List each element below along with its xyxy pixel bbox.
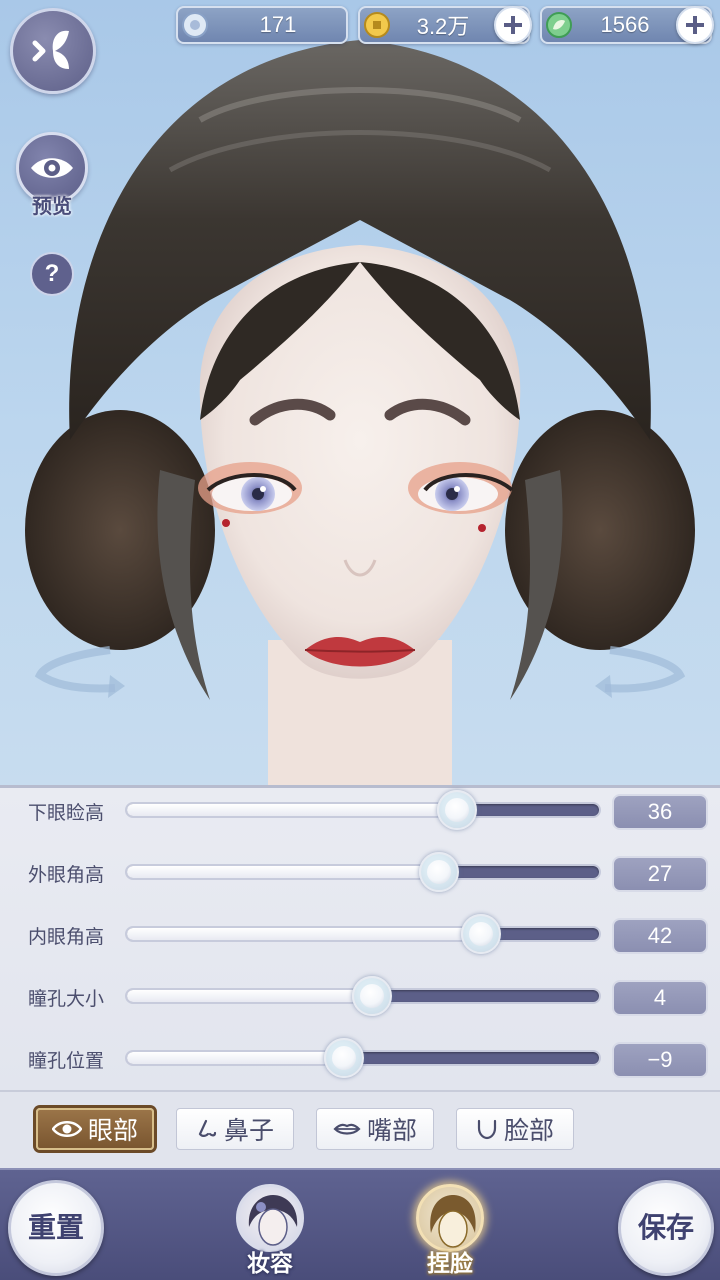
slider-thumb[interactable] (324, 1038, 365, 1078)
makeup-label: 妆容 (247, 1250, 293, 1277)
slider-track[interactable] (125, 1038, 601, 1078)
slider-thumb[interactable] (352, 976, 393, 1016)
tab-label: 眼部 (87, 1116, 138, 1145)
tab-mouth[interactable]: 嘴部 (316, 1108, 434, 1150)
bottom-action-bar: 重置 妆容 捏脸 保存 (0, 1168, 720, 1280)
feature-category-tabs: 眼部 鼻子 嘴部 脸部 (0, 1090, 720, 1168)
help-button[interactable]: ? (30, 252, 74, 296)
makeup-portrait-icon (236, 1184, 304, 1252)
face-icon (476, 1118, 498, 1140)
makeup-mode-button[interactable]: 妆容 (230, 1178, 310, 1278)
slider-panel: 下眼睑高 36 外眼角高 27 内眼角高 42 瞳孔大小 4 瞳孔位置 −9 (0, 785, 720, 1090)
slider-thumb[interactable] (461, 914, 501, 954)
jade-amount: 171 (259, 12, 297, 37)
slider-value-box[interactable]: 4 (612, 980, 708, 1016)
slider-label: 瞳孔位置 (28, 1050, 105, 1072)
nose-icon (196, 1119, 218, 1139)
slider-row-inner-eye-corner-height: 内眼角高 42 (0, 912, 720, 962)
coin-amount: 3.2万 (416, 14, 470, 39)
face-sculpt-mode-button[interactable]: 捏脸 (410, 1178, 490, 1278)
face-sculpt-label: 捏脸 (427, 1250, 473, 1277)
character-preview-scene[interactable] (0, 0, 720, 785)
tab-label: 脸部 (503, 1116, 554, 1145)
plus-icon (686, 16, 704, 34)
slider-label: 下眼睑高 (28, 802, 105, 824)
mouth-icon (333, 1120, 361, 1138)
slider-track[interactable] (125, 976, 601, 1016)
face-sculpt-portrait-icon (416, 1184, 484, 1252)
eye-icon (51, 1119, 82, 1139)
slider-track[interactable] (125, 790, 601, 830)
green-leaf-icon (544, 10, 574, 40)
tab-label: 鼻子 (223, 1116, 274, 1145)
save-label: 保存 (637, 1211, 694, 1245)
slider-track[interactable] (125, 852, 601, 892)
jade-currency-display: 171 (176, 6, 348, 44)
tab-eyes[interactable]: 眼部 (36, 1108, 154, 1150)
slider-fill (127, 804, 458, 816)
slider-value-box[interactable]: −9 (612, 1042, 708, 1078)
tab-face[interactable]: 脸部 (456, 1108, 574, 1150)
back-button[interactable] (10, 8, 96, 94)
slider-track[interactable] (125, 914, 601, 954)
jade-disc-icon (180, 10, 210, 40)
slider-thumb[interactable] (437, 790, 478, 830)
preview-label: 预览 (32, 194, 72, 218)
save-button[interactable]: 保存 (618, 1180, 714, 1276)
add-coin-button[interactable] (494, 6, 532, 44)
slider-value-box[interactable]: 27 (612, 856, 708, 892)
slider-fill (127, 1052, 345, 1064)
slider-label: 外眼角高 (28, 864, 105, 886)
slider-label: 内眼角高 (28, 926, 105, 948)
slider-row-lower-eyelid-height: 下眼睑高 36 (0, 788, 720, 838)
slider-value-box[interactable]: 42 (612, 918, 708, 954)
reset-label: 重置 (27, 1211, 84, 1245)
slider-value-box[interactable]: 36 (612, 794, 708, 830)
reset-button[interactable]: 重置 (8, 1180, 104, 1276)
coin-currency-display: 3.2万 (358, 6, 532, 44)
plus-icon (504, 16, 522, 34)
slider-row-pupil-position: 瞳孔位置 −9 (0, 1036, 720, 1086)
copper-coin-icon (362, 10, 392, 40)
leaf-currency-display: 1566 (540, 6, 714, 44)
slider-row-pupil-size: 瞳孔大小 4 (0, 974, 720, 1024)
slider-fill (127, 990, 373, 1002)
slider-thumb[interactable] (418, 852, 459, 892)
slider-fill (127, 866, 439, 878)
leaf-amount: 1566 (600, 12, 650, 37)
eye-preview-icon (31, 158, 73, 178)
add-leaf-button[interactable] (676, 6, 714, 44)
character-portrait (25, 40, 695, 785)
slider-row-outer-eye-corner-height: 外眼角高 27 (0, 850, 720, 900)
tab-label: 嘴部 (366, 1116, 417, 1145)
butterfly-back-icon (32, 30, 69, 69)
tab-nose[interactable]: 鼻子 (176, 1108, 294, 1150)
slider-fill (127, 928, 481, 940)
slider-label: 瞳孔大小 (28, 988, 105, 1010)
